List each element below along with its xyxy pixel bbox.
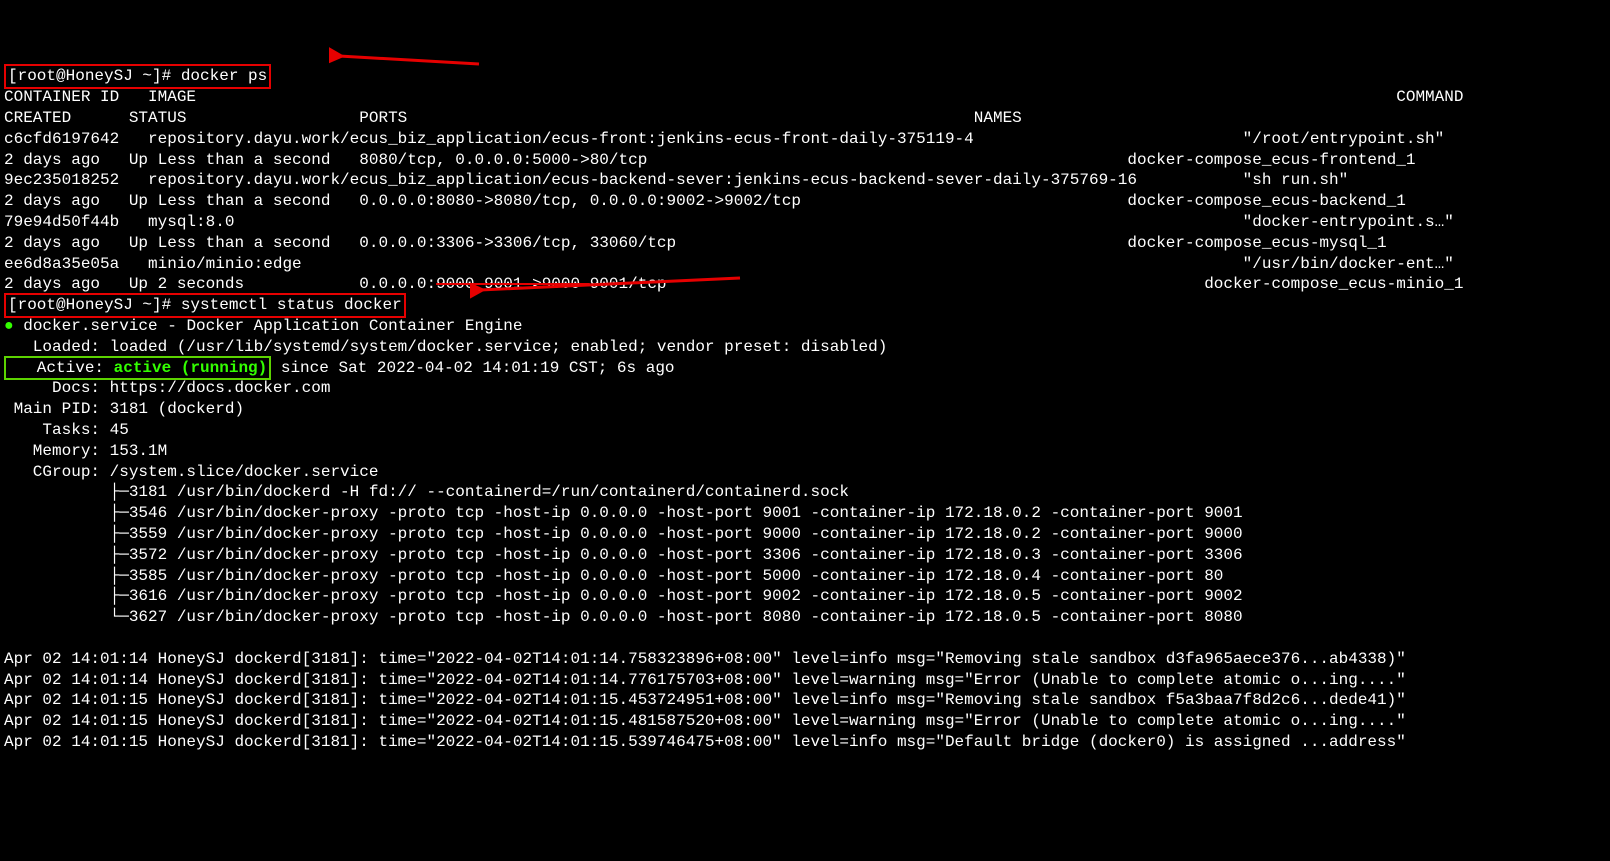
row1-d: docker-compose_ecus-backend_1 (1127, 192, 1405, 210)
row3-d: docker-compose_ecus-minio_1 (1204, 275, 1463, 293)
row3-b: "/usr/bin/docker-ent…" (1243, 255, 1454, 273)
status-active-state: active (running) (114, 359, 268, 377)
status-tasks: Tasks: 45 (4, 421, 129, 439)
highlighted-command-2: [root@HoneySJ ~]# systemctl status docke… (4, 293, 406, 318)
status-active-label: Active: (8, 359, 114, 377)
row3-c-post: 9001/tcp (590, 275, 667, 293)
row3-c-strike: 9000-9001->9000- (436, 275, 590, 293)
status-docs: Docs: https://docs.docker.com (4, 379, 330, 397)
row3-c-pre: 2 days ago Up 2 seconds 0.0.0.0: (4, 275, 436, 293)
proc-3: ├─3572 /usr/bin/docker-proxy -proto tcp … (4, 546, 1243, 564)
highlighted-active: Active: active (running) (4, 356, 271, 381)
log-3: Apr 02 14:01:15 HoneySJ dockerd[3181]: t… (4, 712, 1406, 730)
row1-c: 2 days ago Up Less than a second 0.0.0.0… (4, 192, 801, 210)
status-line1: docker.service - Docker Application Cont… (14, 317, 523, 335)
status-bullet: ● (4, 317, 14, 335)
status-active-rest: since Sat 2022-04-02 14:01:19 CST; 6s ag… (271, 359, 674, 377)
row3-a: ee6d8a35e05a minio/minio:edge (4, 255, 302, 273)
row0-b: "/root/entrypoint.sh" (1243, 130, 1445, 148)
proc-4: ├─3585 /usr/bin/docker-proxy -proto tcp … (4, 567, 1223, 585)
proc-1: ├─3546 /usr/bin/docker-proxy -proto tcp … (4, 504, 1243, 522)
row2-d: docker-compose_ecus-mysql_1 (1127, 234, 1386, 252)
row1-b: "sh run.sh" (1243, 171, 1349, 189)
status-memory: Memory: 153.1M (4, 442, 167, 460)
hdr-part4: NAMES (974, 109, 1022, 127)
proc-5: ├─3616 /usr/bin/docker-proxy -proto tcp … (4, 587, 1243, 605)
hdr-part1: CONTAINER ID IMAGE (4, 88, 196, 106)
arrow-annotation-1 (329, 25, 489, 97)
highlighted-command-1: [root@HoneySJ ~]# docker ps (4, 64, 271, 89)
status-mainpid: Main PID: 3181 (dockerd) (4, 400, 244, 418)
log-1: Apr 02 14:01:14 HoneySJ dockerd[3181]: t… (4, 671, 1406, 689)
row0-c: 2 days ago Up Less than a second 8080/tc… (4, 151, 647, 169)
status-cgroup: CGroup: /system.slice/docker.service (4, 463, 378, 481)
log-0: Apr 02 14:01:14 HoneySJ dockerd[3181]: t… (4, 650, 1406, 668)
row0-a: c6cfd6197642 repository.dayu.work/ecus_b… (4, 130, 974, 148)
hdr-part2: COMMAND (1396, 88, 1463, 106)
log-4: Apr 02 14:01:15 HoneySJ dockerd[3181]: t… (4, 733, 1406, 751)
row2-c: 2 days ago Up Less than a second 0.0.0.0… (4, 234, 676, 252)
proc-6: └─3627 /usr/bin/docker-proxy -proto tcp … (4, 608, 1243, 626)
terminal-output: { "prompt1": "[root@HoneySJ ~]# docker p… (4, 25, 1606, 794)
prompt-cmd-1[interactable]: [root@HoneySJ ~]# docker ps (8, 67, 267, 85)
status-loaded: Loaded: loaded (/usr/lib/systemd/system/… (4, 338, 887, 356)
hdr-part3: CREATED STATUS PORTS (4, 109, 407, 127)
row2-a: 79e94d50f44b mysql:8.0 (4, 213, 234, 231)
log-2: Apr 02 14:01:15 HoneySJ dockerd[3181]: t… (4, 691, 1406, 709)
row1-a: 9ec235018252 repository.dayu.work/ecus_b… (4, 171, 1137, 189)
prompt-cmd-2[interactable]: [root@HoneySJ ~]# systemctl status docke… (8, 296, 402, 314)
proc-2: ├─3559 /usr/bin/docker-proxy -proto tcp … (4, 525, 1243, 543)
row0-d: docker-compose_ecus-frontend_1 (1127, 151, 1415, 169)
proc-0: ├─3181 /usr/bin/dockerd -H fd:// --conta… (4, 483, 849, 501)
row2-b: "docker-entrypoint.s…" (1243, 213, 1454, 231)
